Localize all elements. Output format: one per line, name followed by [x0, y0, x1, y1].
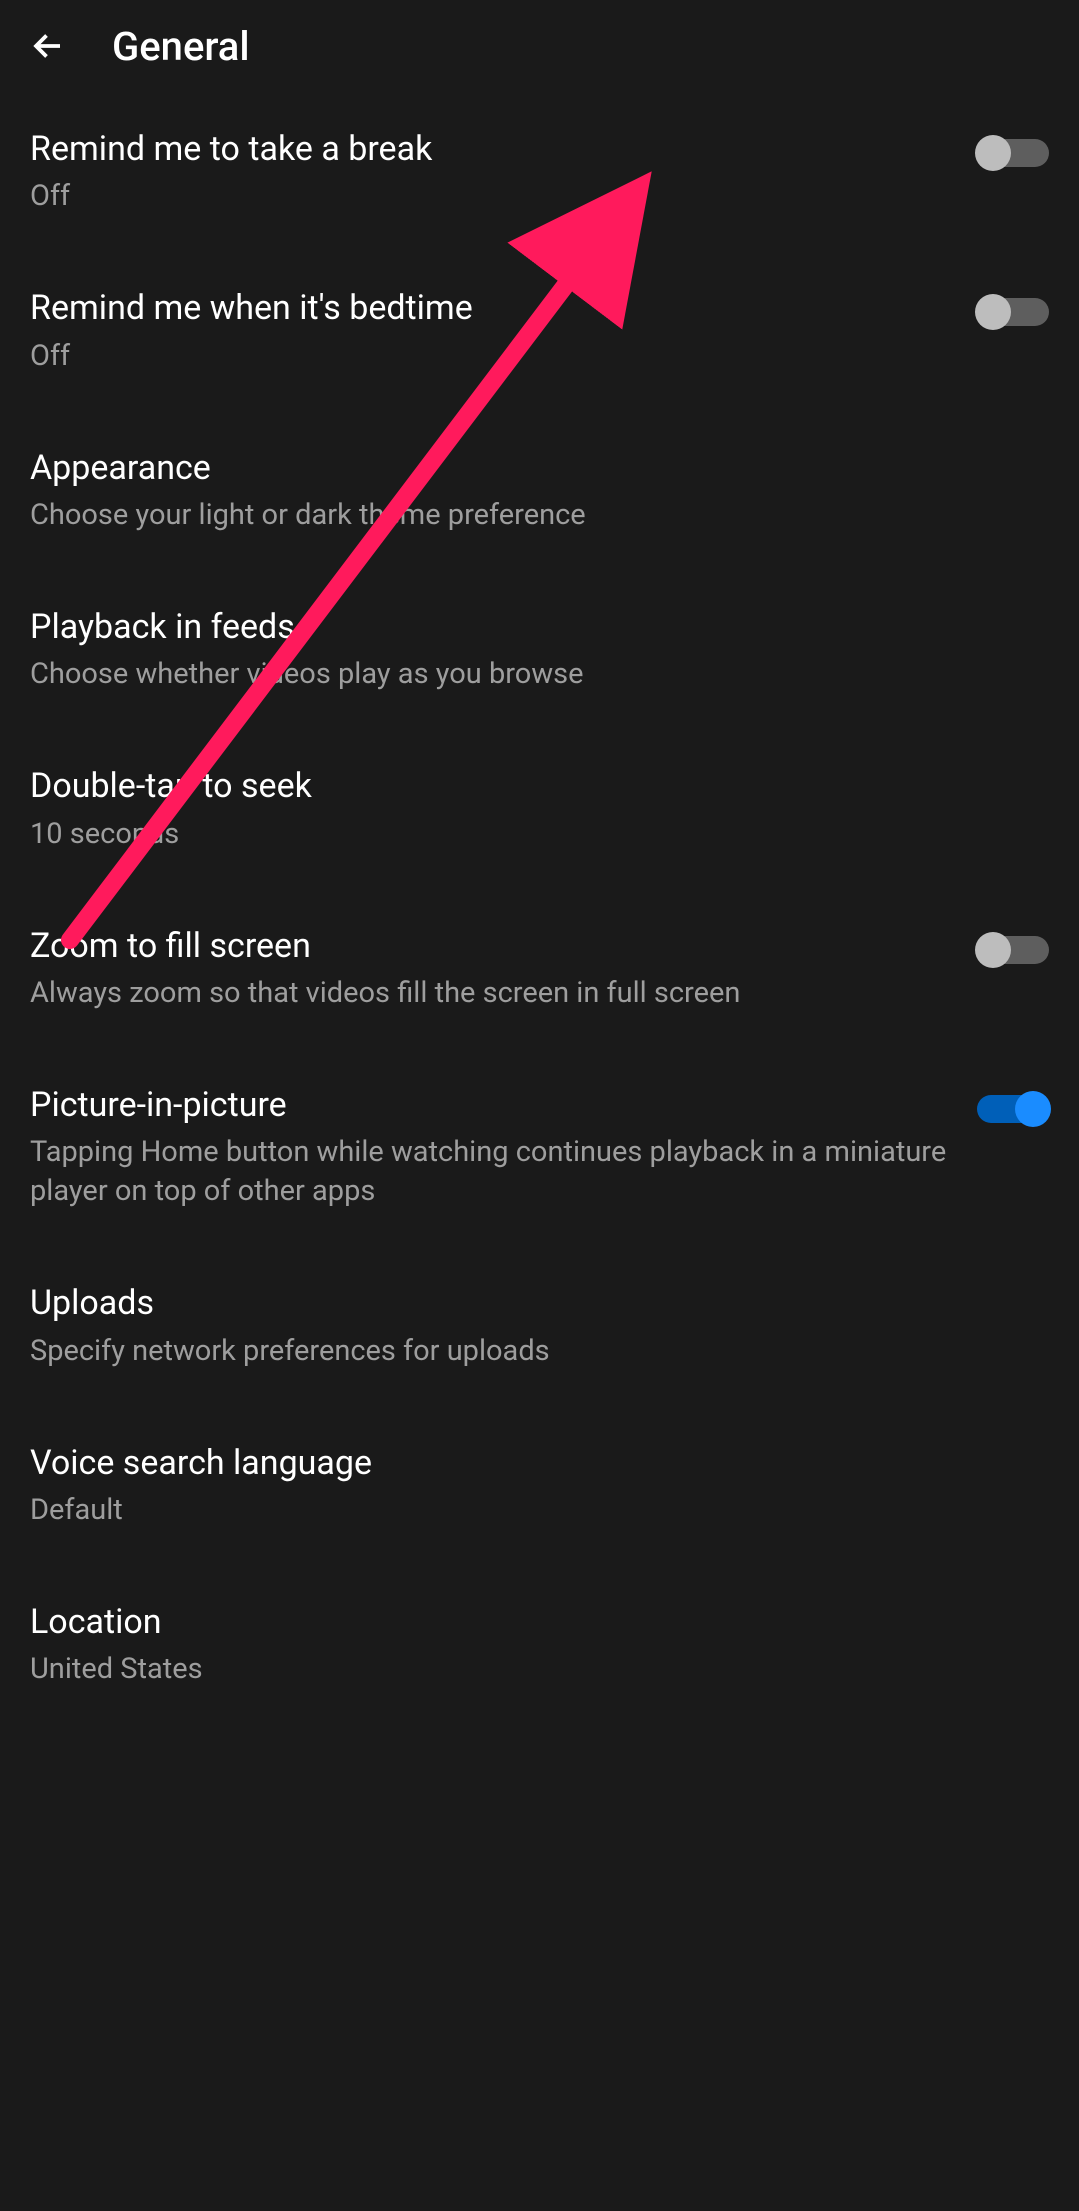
setting-appearance[interactable]: Appearance Choose your light or dark the…	[30, 411, 1049, 570]
setting-location[interactable]: Location United States	[30, 1565, 1049, 1724]
setting-subtitle: 10 seconds	[30, 815, 1019, 854]
setting-title: Zoom to fill screen	[30, 924, 947, 968]
setting-subtitle: Always zoom so that videos fill the scre…	[30, 974, 947, 1013]
setting-title: Voice search language	[30, 1441, 1019, 1485]
setting-title: Picture-in-picture	[30, 1083, 947, 1127]
setting-text: Uploads Specify network preferences for …	[30, 1281, 1049, 1370]
setting-subtitle: United States	[30, 1650, 1019, 1689]
setting-subtitle: Tapping Home button while watching conti…	[30, 1133, 947, 1211]
back-button[interactable]	[24, 22, 72, 70]
setting-remind-bedtime[interactable]: Remind me when it's bedtime Off	[30, 251, 1049, 410]
toggle-knob	[975, 135, 1011, 171]
setting-title: Uploads	[30, 1281, 1019, 1325]
setting-zoom-fill[interactable]: Zoom to fill screen Always zoom so that …	[30, 889, 1049, 1048]
setting-subtitle: Specify network preferences for uploads	[30, 1332, 1019, 1371]
back-arrow-icon	[30, 28, 66, 64]
setting-text: Zoom to fill screen Always zoom so that …	[30, 924, 977, 1013]
setting-title: Appearance	[30, 446, 1019, 490]
setting-playback-feeds[interactable]: Playback in feeds Choose whether videos …	[30, 570, 1049, 729]
header: General	[0, 0, 1079, 92]
setting-title: Playback in feeds	[30, 605, 1019, 649]
setting-subtitle: Off	[30, 337, 947, 376]
setting-picture-in-picture[interactable]: Picture-in-picture Tapping Home button w…	[30, 1048, 1049, 1246]
setting-subtitle: Default	[30, 1491, 1019, 1530]
setting-title: Double-tap to seek	[30, 764, 1019, 808]
page-title: General	[112, 23, 250, 70]
setting-double-tap-seek[interactable]: Double-tap to seek 10 seconds	[30, 729, 1049, 888]
setting-text: Voice search language Default	[30, 1441, 1049, 1530]
setting-text: Location United States	[30, 1600, 1049, 1689]
setting-subtitle: Off	[30, 177, 947, 216]
setting-title: Remind me when it's bedtime	[30, 286, 947, 330]
setting-text: Remind me when it's bedtime Off	[30, 286, 977, 375]
setting-title: Location	[30, 1600, 1019, 1644]
setting-title: Remind me to take a break	[30, 127, 947, 171]
toggle-knob	[1015, 1091, 1051, 1127]
setting-text: Appearance Choose your light or dark the…	[30, 446, 1049, 535]
toggle-picture-in-picture[interactable]	[977, 1095, 1049, 1123]
toggle-remind-break[interactable]	[977, 139, 1049, 167]
setting-voice-search-language[interactable]: Voice search language Default	[30, 1406, 1049, 1565]
toggle-knob	[975, 294, 1011, 330]
setting-text: Remind me to take a break Off	[30, 127, 977, 216]
setting-text: Picture-in-picture Tapping Home button w…	[30, 1083, 977, 1211]
setting-remind-break[interactable]: Remind me to take a break Off	[30, 92, 1049, 251]
setting-subtitle: Choose your light or dark theme preferen…	[30, 496, 1019, 535]
toggle-remind-bedtime[interactable]	[977, 298, 1049, 326]
setting-uploads[interactable]: Uploads Specify network preferences for …	[30, 1246, 1049, 1405]
toggle-zoom-fill[interactable]	[977, 936, 1049, 964]
setting-subtitle: Choose whether videos play as you browse	[30, 655, 1019, 694]
toggle-knob	[975, 932, 1011, 968]
setting-text: Playback in feeds Choose whether videos …	[30, 605, 1049, 694]
settings-list: Remind me to take a break Off Remind me …	[0, 92, 1079, 1724]
setting-text: Double-tap to seek 10 seconds	[30, 764, 1049, 853]
